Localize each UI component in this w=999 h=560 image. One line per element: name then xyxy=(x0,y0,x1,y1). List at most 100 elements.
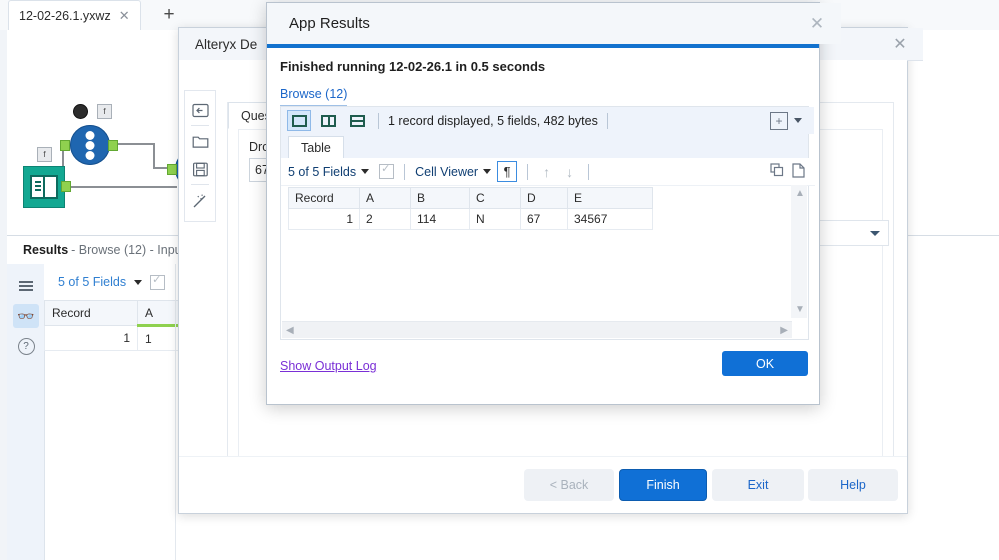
node-output-port[interactable] xyxy=(108,140,118,151)
dialog-title: App Results xyxy=(289,15,370,32)
close-icon[interactable]: ✕ xyxy=(793,3,841,44)
vertical-scrollbar[interactable]: ▲ ▼ xyxy=(791,185,807,318)
cell-e: 34567 xyxy=(567,208,653,230)
chevron-down-icon xyxy=(361,169,370,174)
column-header-d[interactable]: D xyxy=(520,187,568,209)
column-header-e[interactable]: E xyxy=(567,187,653,209)
toolbar-separator xyxy=(588,163,590,180)
copy-icon[interactable] xyxy=(770,163,785,181)
sidebar-divider xyxy=(191,184,209,185)
status-message: Finished running 12-02-26.1 in 0.5 secon… xyxy=(280,59,546,74)
finish-button[interactable]: Finish xyxy=(619,469,707,501)
tab-table-label: Table xyxy=(301,141,331,155)
designer-title: Alteryx De xyxy=(195,36,258,52)
fields-label: 5 of 5 Fields xyxy=(288,164,357,179)
cell-record: 1 xyxy=(288,208,360,230)
screen-root: 12-02-26.1.yxwz ✕ + f f Results - Browse… xyxy=(0,0,999,560)
help-button-label: Help xyxy=(840,478,866,492)
dialog-title-bar[interactable]: App Results ✕ xyxy=(267,3,841,44)
app-results-dialog: App Results ✕ Finished running 12-02-26.… xyxy=(266,2,841,405)
chevron-down-icon xyxy=(870,230,880,236)
column-header-b[interactable]: B xyxy=(410,187,470,209)
table-header-row: Record A B C D E xyxy=(288,187,653,209)
wire-segment xyxy=(153,143,155,169)
split-horizontal-icon[interactable] xyxy=(345,110,369,131)
node-dot xyxy=(85,141,95,150)
browse-panel: 1 record displayed, 5 fields, 482 bytes … xyxy=(280,106,815,340)
workflow-node-interface[interactable] xyxy=(70,125,110,165)
column-header-a[interactable]: A xyxy=(359,187,411,209)
split-vertical-icon[interactable] xyxy=(316,110,340,131)
show-output-log-link[interactable]: Show Output Log xyxy=(280,359,377,373)
chevron-down-icon xyxy=(483,169,492,174)
exit-button[interactable]: Exit xyxy=(712,469,804,501)
results-title: Results xyxy=(23,243,69,257)
fields-dropdown[interactable]: 5 of 5 Fields xyxy=(288,164,370,179)
scroll-left-icon[interactable]: ◀ xyxy=(286,325,294,336)
finish-button-label: Finish xyxy=(646,478,680,492)
scroll-up-icon[interactable]: ▲ xyxy=(795,188,805,199)
close-icon[interactable]: ✕ xyxy=(877,28,923,60)
pilcrow-icon[interactable]: ¶ xyxy=(497,161,518,182)
arrow-down-icon[interactable]: ↓ xyxy=(561,164,578,180)
back-button[interactable]: < Back xyxy=(524,469,614,501)
close-icon[interactable]: ✕ xyxy=(119,9,130,22)
browse-table: Record A B C D E 1 2 114 N 67 34567 xyxy=(288,187,653,230)
workflow-node-browse[interactable] xyxy=(23,166,65,208)
checkbox-icon[interactable] xyxy=(379,162,395,179)
node-annotation-badge: f xyxy=(37,147,52,162)
column-header-c[interactable]: C xyxy=(469,187,521,209)
folder-icon[interactable] xyxy=(189,130,211,152)
browse-grid[interactable]: Record A B C D E 1 2 114 N 67 34567 xyxy=(288,187,653,230)
cell-record: 1 xyxy=(44,325,138,351)
save-icon[interactable] xyxy=(189,158,211,180)
back-arrow-icon[interactable] xyxy=(189,99,211,121)
column-header-record[interactable]: Record xyxy=(288,187,360,209)
results-subtitle: - Browse (12) - Inpu xyxy=(71,243,182,257)
help-circle-icon[interactable]: ? xyxy=(13,334,39,358)
scroll-down-icon[interactable]: ▼ xyxy=(795,304,805,315)
cell-b: 114 xyxy=(410,208,470,230)
plus-icon[interactable]: + xyxy=(152,0,186,29)
scroll-right-icon[interactable]: ▶ xyxy=(780,325,788,336)
browse-tools: 5 of 5 Fields Cell Viewer ¶ ↑ ↓ xyxy=(281,158,815,186)
single-pane-icon[interactable] xyxy=(287,110,311,131)
cell-viewer-label: Cell Viewer xyxy=(415,164,479,179)
cell-d: 67 xyxy=(520,208,568,230)
back-button-label: < Back xyxy=(549,478,589,492)
checkbox-icon[interactable] xyxy=(150,273,166,290)
node-output-port[interactable] xyxy=(61,181,71,192)
designer-footer: < Back Finish Exit Help xyxy=(179,456,907,512)
help-button[interactable]: Help xyxy=(808,469,898,501)
wire-segment xyxy=(62,186,177,188)
book-icon xyxy=(30,175,58,199)
node-input-port[interactable] xyxy=(60,140,70,151)
cell-a: 2 xyxy=(359,208,411,230)
record-summary: 1 record displayed, 5 fields, 482 bytes xyxy=(388,113,598,128)
tab-table[interactable]: Table xyxy=(288,136,344,159)
cell-viewer-dropdown[interactable]: Cell Viewer xyxy=(415,164,492,179)
chevron-down-icon[interactable] xyxy=(134,279,143,285)
ok-button[interactable]: OK xyxy=(722,351,808,376)
plus-box-icon[interactable]: + xyxy=(770,112,788,130)
document-tab[interactable]: 12-02-26.1.yxwz ✕ xyxy=(8,0,141,30)
chevron-down-icon[interactable] xyxy=(794,118,802,123)
browse-link[interactable]: Browse (12) xyxy=(280,87,348,106)
document-tab-label: 12-02-26.1.yxwz xyxy=(19,8,111,23)
node-status-badge xyxy=(73,104,88,119)
magic-wand-icon[interactable] xyxy=(189,189,211,211)
arrow-up-icon[interactable]: ↑ xyxy=(538,164,555,180)
exit-button-label: Exit xyxy=(747,478,769,492)
table-row[interactable]: 1 2 114 N 67 34567 xyxy=(288,208,653,230)
node-annotation-badge: f xyxy=(97,104,112,119)
node-dot xyxy=(85,151,95,160)
column-header-record[interactable]: Record xyxy=(44,300,138,326)
results-fields-label[interactable]: 5 of 5 Fields xyxy=(58,275,126,289)
list-icon[interactable] xyxy=(13,274,39,298)
binoculars-icon[interactable]: 👓 xyxy=(13,304,39,328)
toolbar-separator xyxy=(606,112,608,129)
node-input-port[interactable] xyxy=(167,164,177,175)
horizontal-scrollbar[interactable]: ◀ ▶ xyxy=(282,321,792,338)
document-icon[interactable] xyxy=(791,163,806,181)
toolbar-separator xyxy=(527,163,529,180)
